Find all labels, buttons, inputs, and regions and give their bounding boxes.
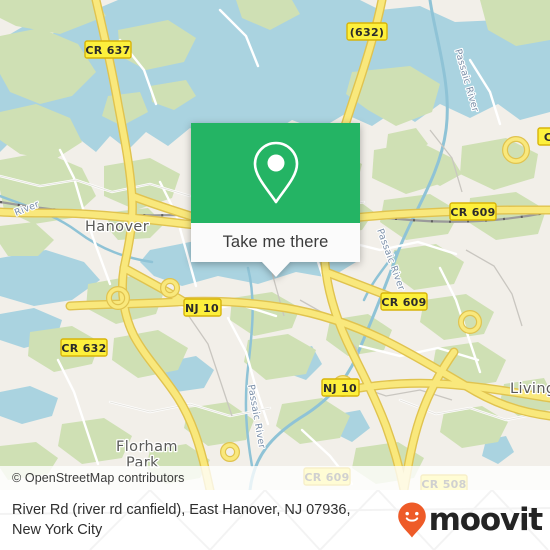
osm-attribution[interactable]: © OpenStreetMap contributors [0, 466, 550, 490]
shield-label: C [544, 131, 550, 144]
shield-label: CR 609 [450, 206, 495, 219]
moovit-logo[interactable]: moovit [397, 501, 544, 539]
shield-label: NJ 10 [323, 382, 357, 395]
map-pin-icon [253, 141, 298, 204]
shield-label: NJ 10 [185, 302, 219, 315]
address-line-1: River Rd (river rd canfield), East Hanov… [12, 502, 351, 518]
take-me-there-label: Take me there [222, 233, 329, 251]
place-label-florham: Florham [116, 439, 178, 455]
shield-cr-609-upper: CR 609 [449, 202, 497, 221]
osm-attribution-text: © OpenStreetMap contributors [12, 471, 185, 485]
place-label-hanover: Hanover [85, 219, 149, 235]
popup-header [191, 123, 360, 223]
take-me-there-popup[interactable]: Take me there [191, 123, 360, 277]
shield-label: (632) [350, 26, 385, 39]
moovit-wordmark: moovit [428, 501, 544, 538]
take-me-there-button[interactable]: Take me there [191, 223, 360, 262]
moovit-pin-smiley-icon [397, 502, 426, 538]
shield-label: CR 632 [61, 342, 106, 355]
shield-nj-10-left: NJ 10 [183, 298, 222, 317]
footer-bar: River Rd (river rd canfield), East Hanov… [0, 490, 550, 550]
moovit-map-screenshot: River Passaic River Passaic River Passai… [0, 0, 550, 550]
shield-cr-637: CR 637 [84, 40, 132, 59]
popup-pointer [260, 261, 291, 277]
shield-cr-609-mid: CR 609 [380, 292, 428, 311]
address-line-2: New York City [12, 522, 103, 538]
shield-clipped-right: C [537, 127, 550, 146]
shield-nj-10-right: NJ 10 [321, 378, 360, 397]
place-label-livingston: Livings [510, 381, 550, 397]
shield-label: CR 609 [381, 296, 426, 309]
shield-cr-632: CR 632 [60, 338, 108, 357]
shield-632: (632) [346, 22, 388, 41]
location-address: River Rd (river rd canfield), East Hanov… [12, 500, 397, 540]
shield-label: CR 637 [85, 44, 130, 57]
